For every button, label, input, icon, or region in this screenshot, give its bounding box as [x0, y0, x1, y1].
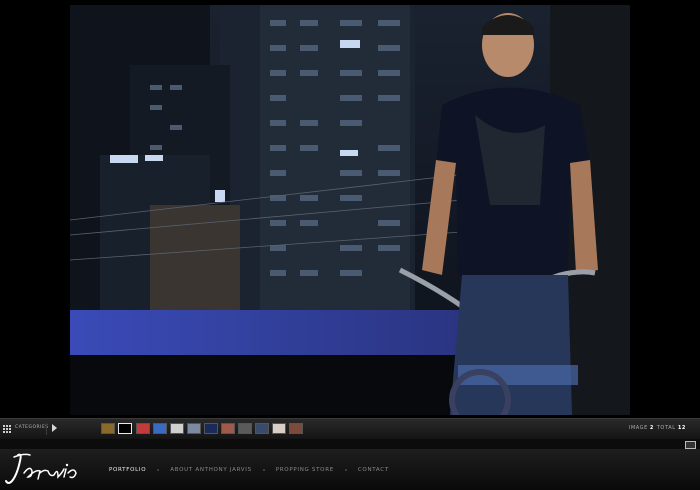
thumbnail-8[interactable] [221, 423, 235, 434]
photo-stage [0, 0, 700, 418]
nav-item-portfolio[interactable]: PORTFOLIO [98, 467, 157, 473]
thumbnail-4[interactable] [153, 423, 167, 434]
main-photo-image [70, 5, 630, 415]
image-counter: IMAGE 2 [629, 425, 656, 431]
thumbnail-3[interactable] [136, 423, 150, 434]
image-counter-label: IMAGE [628, 425, 648, 431]
jarvis-logo[interactable] [4, 451, 86, 487]
thumbnail-6[interactable] [187, 423, 201, 434]
toolbar-divider [46, 423, 47, 435]
main-photo[interactable] [70, 5, 630, 415]
thumbnail-9[interactable] [238, 423, 252, 434]
thumbnail-11[interactable] [272, 423, 286, 434]
thumbnail-5[interactable] [170, 423, 184, 434]
nav-item-contact[interactable]: CONTACT [347, 467, 400, 473]
main-menu: PORTFOLIO ABOUT ANTHONY JARVIS PROPPING ST… [98, 465, 400, 475]
thumbnail-12[interactable] [289, 423, 303, 434]
grid-icon[interactable] [3, 425, 11, 433]
site-navigation: PORTFOLIO ABOUT ANTHONY JARVIS PROPPING ST… [0, 449, 700, 490]
categories-label[interactable]: CATEGORIES [15, 425, 49, 430]
image-counter-value: 2 [649, 425, 654, 431]
secondary-strip [0, 439, 700, 449]
play-arrow-icon[interactable] [52, 424, 57, 432]
fullscreen-icon[interactable] [685, 441, 696, 449]
thumbnail-toolbar: CATEGORIES IMAGE 2 TOTAL 12 [0, 418, 700, 440]
nav-item-about-anthony-jarvis[interactable]: ABOUT ANTHONY JARVIS [159, 467, 263, 473]
thumbnail-10[interactable] [255, 423, 269, 434]
nav-item-propping-store[interactable]: PROPPING STORE [265, 467, 345, 473]
thumbnail-2[interactable] [118, 423, 132, 434]
total-counter-label: TOTAL [656, 425, 676, 431]
total-counter-value: 12 [677, 425, 686, 431]
total-counter: TOTAL 12 [657, 425, 686, 431]
thumbnail-7[interactable] [204, 423, 218, 434]
thumbnail-1[interactable] [101, 423, 115, 434]
